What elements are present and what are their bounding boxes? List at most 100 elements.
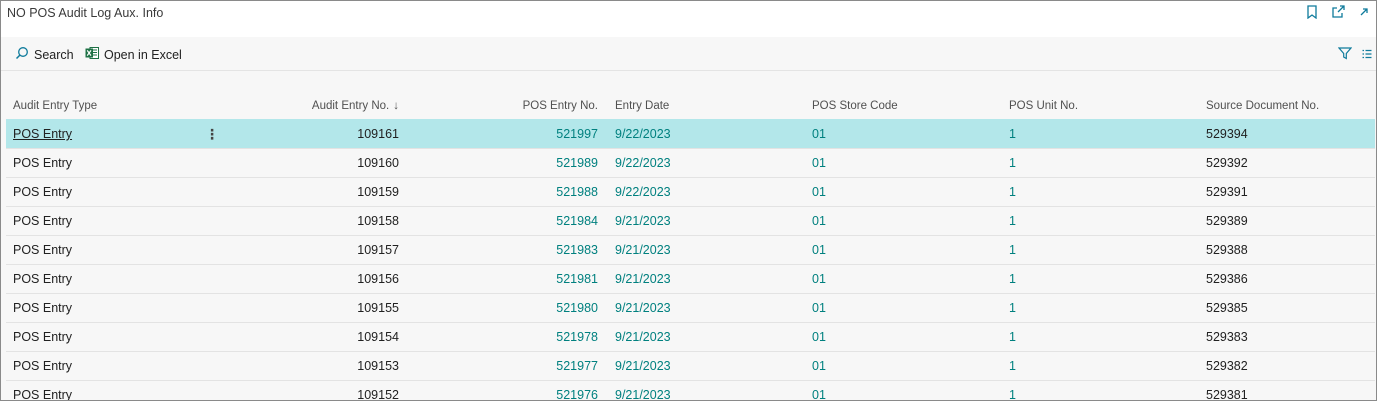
pos-store-code-link[interactable]: 01 [812,352,1002,380]
table-row[interactable]: POS Entry 109156 521981 9/21/2023 01 1 5… [6,264,1375,293]
entry-date-link[interactable]: 9/21/2023 [615,381,805,400]
audit-entry-type-cell[interactable]: POS Entry [13,207,203,235]
pos-store-code-link[interactable]: 01 [812,236,1002,264]
column-header-entry-date[interactable]: Entry Date [615,93,805,119]
entry-date-link[interactable]: 9/22/2023 [615,120,805,148]
source-document-no-cell: 529383 [1206,330,1248,344]
table-row[interactable]: POS Entry 109160 521989 9/22/2023 01 1 5… [6,148,1375,177]
table-row[interactable]: POS Entry 109157 521983 9/21/2023 01 1 5… [6,235,1375,264]
audit-entry-type-cell[interactable]: POS Entry [13,236,203,264]
audit-entry-no-cell: 109156 [357,272,399,286]
audit-log-table: Audit Entry Type Audit Entry No. ↓ POS E… [6,93,1375,401]
source-document-no-cell: 529388 [1206,243,1248,257]
pos-store-code-link[interactable]: 01 [812,294,1002,322]
audit-entry-type-cell[interactable]: POS Entry [13,323,203,351]
source-document-no-cell: 529385 [1206,301,1248,315]
entry-date-link[interactable]: 9/21/2023 [615,323,805,351]
pos-entry-no-link[interactable]: 521980 [426,294,598,322]
pos-unit-no-link[interactable]: 1 [1009,323,1199,351]
page-title: NO POS Audit Log Aux. Info [7,6,164,20]
pos-unit-no-link[interactable]: 1 [1009,352,1199,380]
pos-store-code-link[interactable]: 01 [812,265,1002,293]
pos-store-code-link[interactable]: 01 [812,323,1002,351]
entry-date-link[interactable]: 9/22/2023 [615,149,805,177]
page-content: Search Open in Excel Audit Entry Type Au… [1,37,1376,400]
pos-entry-no-link[interactable]: 521976 [426,381,598,400]
view-controls [1337,46,1372,65]
pos-unit-no-link[interactable]: 1 [1009,120,1199,148]
pos-entry-no-link[interactable]: 521983 [426,236,598,264]
source-document-no-cell: 529382 [1206,359,1248,373]
column-header-pos-store-code[interactable]: POS Store Code [812,93,1002,119]
entry-date-link[interactable]: 9/21/2023 [615,352,805,380]
entry-date-link[interactable]: 9/21/2023 [615,207,805,235]
pos-store-code-link[interactable]: 01 [812,149,1002,177]
pos-entry-no-link[interactable]: 521997 [426,120,598,148]
audit-entry-type-cell[interactable]: POS Entry [13,294,203,322]
column-header-audit-entry-no[interactable]: Audit Entry No. ↓ [246,93,399,119]
bookmark-icon[interactable] [1304,4,1320,20]
pos-unit-no-link[interactable]: 1 [1009,207,1199,235]
table-row[interactable]: POS Entry 109158 521984 9/21/2023 01 1 5… [6,206,1375,235]
search-icon [15,46,29,63]
entry-date-link[interactable]: 9/22/2023 [615,178,805,206]
entry-date-link[interactable]: 9/21/2023 [615,265,805,293]
pos-unit-no-link[interactable]: 1 [1009,294,1199,322]
entry-date-link[interactable]: 9/21/2023 [615,294,805,322]
pos-unit-no-link[interactable]: 1 [1009,236,1199,264]
pos-unit-no-link[interactable]: 1 [1009,381,1199,400]
audit-entry-no-cell: 109154 [357,330,399,344]
pos-entry-no-link[interactable]: 521977 [426,352,598,380]
source-document-no-cell: 529389 [1206,214,1248,228]
source-document-no-cell: 529394 [1206,127,1248,141]
open-in-excel-button[interactable]: Open in Excel [85,46,182,63]
table-row[interactable]: POS Entry ⋮ 109161 521997 9/22/2023 01 1… [6,119,1375,148]
audit-entry-no-cell: 109157 [357,243,399,257]
pos-entry-no-link[interactable]: 521989 [426,149,598,177]
filter-icon[interactable] [1337,46,1353,65]
audit-entry-no-cell: 109160 [357,156,399,170]
pos-entry-no-link[interactable]: 521978 [426,323,598,351]
audit-entry-no-header-label: Audit Entry No. [311,100,390,112]
column-header-audit-entry-type[interactable]: Audit Entry Type [13,93,203,119]
audit-entry-type-cell[interactable]: POS Entry [13,265,203,293]
pos-unit-no-link[interactable]: 1 [1009,265,1199,293]
title-bar: NO POS Audit Log Aux. Info [1,1,1376,37]
audit-entry-type-cell[interactable]: POS Entry [13,178,203,206]
table-row[interactable]: POS Entry 109152 521976 9/21/2023 01 1 5… [6,380,1375,401]
table-row[interactable]: POS Entry 109154 521978 9/21/2023 01 1 5… [6,322,1375,351]
audit-entry-type-cell[interactable]: POS Entry [13,381,203,400]
column-header-source-document-no[interactable]: Source Document No. [1206,93,1366,119]
audit-entry-type-cell[interactable]: POS Entry [13,149,203,177]
entry-date-link[interactable]: 9/21/2023 [615,236,805,264]
search-button[interactable]: Search [15,46,74,63]
audit-entry-type-cell[interactable]: POS Entry [13,120,203,148]
list-view-icon[interactable] [1362,47,1372,65]
open-new-window-icon[interactable] [1330,4,1346,20]
pos-unit-no-link[interactable]: 1 [1009,178,1199,206]
pos-store-code-link[interactable]: 01 [812,120,1002,148]
row-actions-menu-icon[interactable]: ⋮ [203,120,221,148]
audit-entry-type-cell[interactable]: POS Entry [13,352,203,380]
audit-entry-no-cell: 109153 [357,359,399,373]
page-frame: NO POS Audit Log Aux. Info Search Open i… [0,0,1377,401]
pos-store-code-link[interactable]: 01 [812,207,1002,235]
pos-store-code-link[interactable]: 01 [812,381,1002,400]
pos-entry-no-link[interactable]: 521984 [426,207,598,235]
expand-icon[interactable] [1356,4,1372,20]
pos-store-code-link[interactable]: 01 [812,178,1002,206]
source-document-no-cell: 529381 [1206,388,1248,401]
column-header-pos-entry-no[interactable]: POS Entry No. [426,93,598,119]
pos-unit-no-link[interactable]: 1 [1009,149,1199,177]
table-row[interactable]: POS Entry 109155 521980 9/21/2023 01 1 5… [6,293,1375,322]
source-document-no-cell: 529386 [1206,272,1248,286]
pos-entry-no-link[interactable]: 521988 [426,178,598,206]
open-in-excel-label: Open in Excel [104,47,182,62]
pos-entry-no-link[interactable]: 521981 [426,265,598,293]
table-row[interactable]: POS Entry 109159 521988 9/22/2023 01 1 5… [6,177,1375,206]
table-row[interactable]: POS Entry 109153 521977 9/21/2023 01 1 5… [6,351,1375,380]
source-document-no-cell: 529391 [1206,185,1248,199]
column-header-pos-unit-no[interactable]: POS Unit No. [1009,93,1199,119]
source-document-no-cell: 529392 [1206,156,1248,170]
audit-entry-no-cell: 109155 [357,301,399,315]
